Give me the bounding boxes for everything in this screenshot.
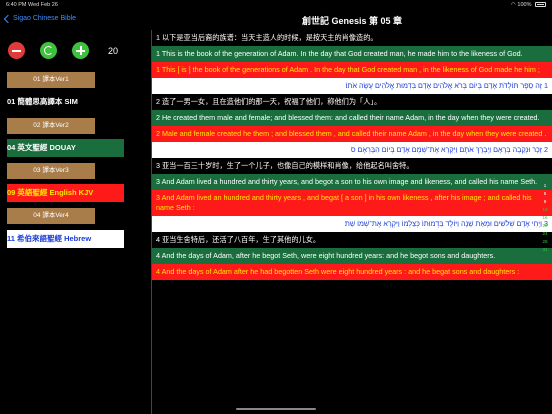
refresh-icon[interactable] xyxy=(40,42,57,59)
verse-2-douay: 2 He created them male and female; and b… xyxy=(152,110,552,126)
page-title: 創世記 Genesis 第 05 章 xyxy=(301,16,403,26)
index-item[interactable]: 5 xyxy=(540,190,550,198)
verse-list[interactable]: 1 以下是亚当后裔的族谱：当天主造人的时候，是按天主的肖像造的。 1 This … xyxy=(152,30,552,414)
verse-1-douay: 1 This is the book of the generation of … xyxy=(152,46,552,62)
battery-percent: 100% xyxy=(517,2,532,8)
back-button[interactable]: Sigao Chinese Bible xyxy=(3,14,77,23)
index-item[interactable]: 9 xyxy=(540,198,550,206)
index-item[interactable]: 28 xyxy=(540,238,550,246)
nav-bar: Sigao Chinese Bible 創世記 Genesis 第 05 章 xyxy=(0,10,552,30)
index-item[interactable]: 20 xyxy=(540,222,550,230)
verse-2-sim: 2 造了一男一女，且在造他们的那一天，祝福了他们，称他们为「人」。 xyxy=(152,94,552,110)
verse-3-hebrew-text: 3 וַיְחִי אָדָם שְׁלֹשִׁים וּמְאַת שָׁנָ… xyxy=(344,219,548,228)
verse-3-kjv: 3 And Adam lived an hundred and thirty y… xyxy=(152,190,552,216)
index-item[interactable]: 16 xyxy=(540,214,550,222)
version-4-button[interactable]: 04 譯本Ver4 xyxy=(7,208,95,224)
index-item[interactable]: 1 xyxy=(540,182,550,190)
minus-icon[interactable] xyxy=(8,42,25,59)
index-item[interactable]: 31 xyxy=(540,246,550,254)
wifi-icon: ◠ xyxy=(511,2,516,8)
status-right: ◠ 100% xyxy=(511,2,546,8)
version-3-button[interactable]: 03 譯本Ver3 xyxy=(7,163,95,179)
verse-3-hebrew: 3 וַיְחִי אָדָם שְׁלֹשִׁים וּמְאַת שָׁנָ… xyxy=(152,216,552,232)
version-1-button[interactable]: 01 譯本Ver1 xyxy=(7,72,95,88)
index-item[interactable]: 24 xyxy=(540,230,550,238)
back-label: Sigao Chinese Bible xyxy=(13,15,77,22)
battery-icon xyxy=(535,2,546,7)
verse-3-douay: 3 And Adam lived a hundred and thirty ye… xyxy=(152,174,552,190)
verse-2-hebrew-text: 2 זָכָר וּנְקֵבָה בְּרָאָם וַיְבָרֶךְ אֹ… xyxy=(350,145,548,154)
verse-3-sim: 3 亚当一百三十岁时，生了一个儿子，也像自己的模样和肖像，给他起名叫舍特。 xyxy=(152,158,552,174)
verse-2-kjv: 2 Male and female created he them ; and … xyxy=(152,126,552,142)
font-size-count: 20 xyxy=(108,46,119,56)
chevron-left-icon xyxy=(3,14,13,23)
status-bar: 6:40 PM Wed Feb 26 ◠ 100% xyxy=(0,0,552,10)
home-indicator[interactable] xyxy=(236,408,316,410)
verse-2-hebrew: 2 זָכָר וּנְקֵבָה בְּרָאָם וַיְבָרֶךְ אֹ… xyxy=(152,142,552,158)
verse-4-kjv: 4 And the days of Adam after he had bego… xyxy=(152,264,552,280)
index-item[interactable]: 13 xyxy=(540,206,550,214)
version-2-name: 04 英文聖經 DOUAY xyxy=(7,139,124,157)
verse-4-sim: 4 亚当生舍特后，还活了八百年，生了其他的儿女。 xyxy=(152,232,552,248)
plus-icon[interactable] xyxy=(72,42,89,59)
version-2-button[interactable]: 02 譯本Ver2 xyxy=(7,118,95,134)
verse-1-kjv: 1 This [ is ] the book of the generation… xyxy=(152,62,552,78)
verse-4-douay: 4 And the days of Adam, after he begot S… xyxy=(152,248,552,264)
version-3-name: 09 英語聖經 English KJV xyxy=(7,184,124,202)
verse-1-hebrew-text: 1 זֶה סֵפֶר תּוֹלְדֹת אָדָם בְּיוֹם בְּר… xyxy=(345,81,548,90)
verse-1-hebrew: 1 זֶה סֵפֶר תּוֹלְדֹת אָדָם בְּיוֹם בְּר… xyxy=(152,78,552,94)
sidebar-toolbar: 20 xyxy=(0,30,151,67)
verse-1-sim: 1 以下是亚当后裔的族谱：当天主造人的时候，是按天主的肖像造的。 xyxy=(152,30,552,46)
verse-index-scrubber[interactable]: 1 5 9 13 16 20 24 28 31 xyxy=(540,182,550,254)
status-time: 6:40 PM Wed Feb 26 xyxy=(6,2,58,8)
sidebar: 20 01 譯本Ver1 01 簡體思高譯本 SIM 02 譯本Ver2 04 … xyxy=(0,30,151,414)
version-1-name: 01 簡體思高譯本 SIM xyxy=(7,97,78,106)
version-4-name: 11 希伯來語聖經 Hebrew xyxy=(7,230,124,248)
